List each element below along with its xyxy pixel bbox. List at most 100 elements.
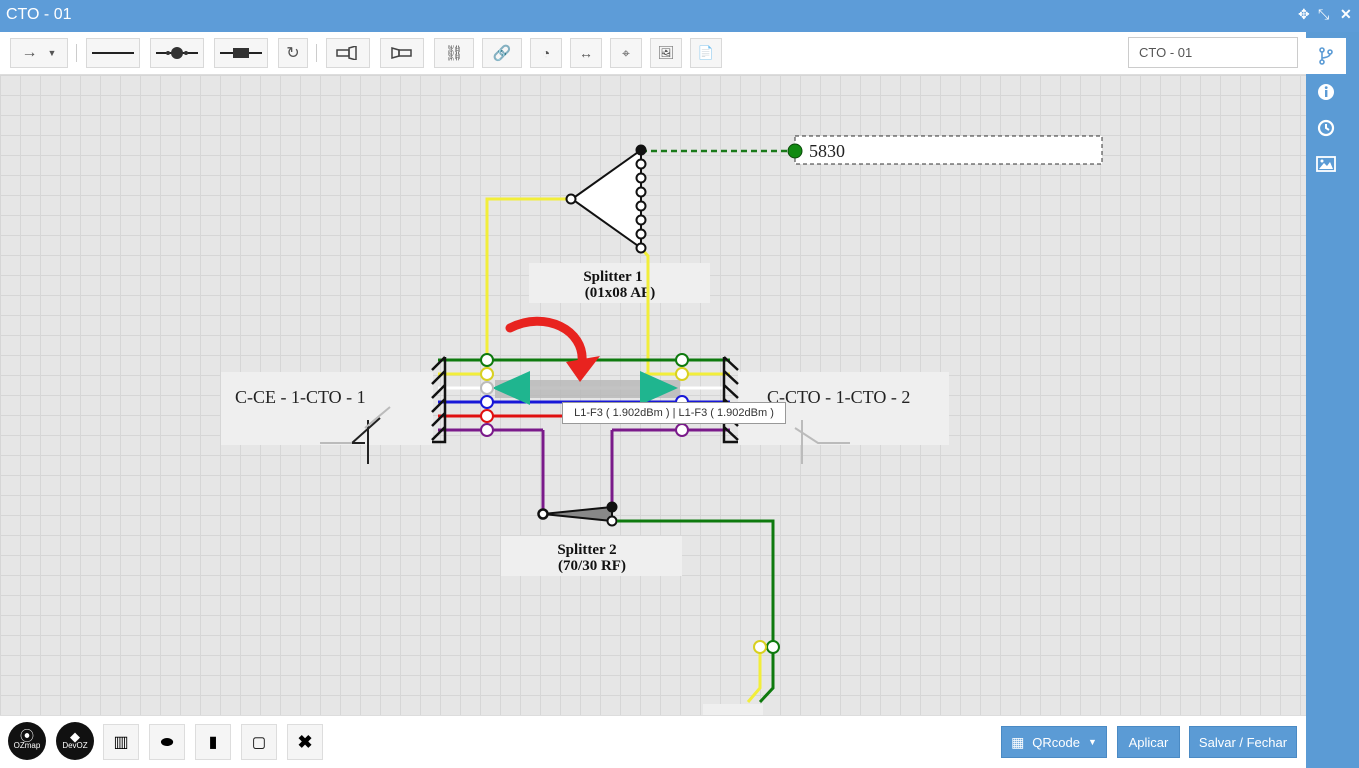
splitter2-output-2[interactable] (606, 515, 618, 527)
connector-button[interactable] (214, 38, 268, 68)
drop-label-box (703, 704, 763, 715)
splitter2-input-port[interactable] (537, 508, 549, 520)
fusion-button[interactable] (150, 38, 204, 68)
splitter1-spec: (01x08 AF) (585, 285, 655, 301)
qrcode-icon: ▦ (1011, 733, 1025, 750)
splitter1-shape[interactable] (570, 148, 642, 250)
image-file-icon: 🖼 (657, 45, 675, 60)
add-tray-button[interactable]: ▥ (103, 724, 139, 760)
cable-left-label: C-CE - 1-CTO - 1 (235, 387, 366, 407)
tray-icon: ▥ (113, 734, 129, 751)
unlink-icon: ⛓ (444, 45, 464, 62)
splitter1-output-port[interactable] (635, 228, 647, 240)
fiber-yellow-drop[interactable] (746, 648, 762, 703)
apply-button[interactable]: Aplicar (1117, 726, 1180, 758)
divider (76, 44, 77, 62)
info-icon (1318, 84, 1334, 100)
output-node[interactable] (787, 143, 803, 159)
chevron-down-icon: ▼ (47, 48, 57, 58)
restore-icon[interactable]: ⤡ (1318, 6, 1329, 23)
dashboard-button[interactable]: ◔ (530, 38, 562, 68)
splitter1-output-port[interactable] (635, 172, 647, 184)
connector-dropdown-button[interactable]: → ▼ (10, 38, 68, 68)
center-button[interactable]: ⌖ (610, 38, 642, 68)
history-icon (1317, 119, 1335, 137)
unlink-button[interactable]: ⛓ (434, 38, 474, 68)
splitter1-name: Splitter 1 (583, 269, 642, 285)
ozmap-logo[interactable]: ⦿ OZmap (8, 722, 46, 760)
divider (316, 44, 317, 62)
pdf-file-icon: 📄 (697, 45, 715, 60)
devoz-logo[interactable]: ◆ DevOZ (56, 722, 94, 760)
splitter1-output-port[interactable] (635, 214, 647, 226)
cube-icon: ◆ (70, 729, 80, 744)
light-source-button[interactable] (326, 38, 370, 68)
export-image-button[interactable]: 🖼 (650, 38, 682, 68)
location-pin-icon: ⦿ (20, 728, 34, 744)
splitter-box-icon: ▮ (208, 734, 218, 751)
flashlight-icon (336, 46, 357, 60)
splitter1-output-port[interactable] (635, 158, 647, 170)
red-annotation-curve (505, 316, 587, 367)
teal-arrow-right (640, 371, 678, 405)
arrows-horizontal-icon: ↔ (579, 45, 593, 61)
splitter1-output-port[interactable] (635, 186, 647, 198)
move-icon[interactable]: ✥ (1298, 6, 1310, 23)
add-note-button[interactable]: ▢ (241, 724, 277, 760)
close-icon[interactable]: ✕ (1340, 6, 1352, 23)
diagram-tab-button[interactable] (1306, 38, 1346, 74)
gauge-icon: ◔ (541, 45, 551, 61)
ozmap-logo-text: OZmap (13, 741, 41, 750)
link-button[interactable]: 🔗 (482, 38, 522, 68)
arrow-right-icon: → (21, 44, 38, 61)
drop-port-yellow[interactable] (753, 640, 767, 654)
branch-icon (1319, 47, 1333, 65)
image-icon (1316, 156, 1336, 172)
refresh-button[interactable]: ↻ (278, 38, 308, 68)
splitter2-spec: (70/30 RF) (558, 558, 626, 574)
right-sidebar (1306, 32, 1359, 767)
power-meter-button[interactable] (380, 38, 424, 68)
qrcode-button[interactable]: ▦ QRcode ▼ (1001, 726, 1107, 758)
window-title: CTO - 01 (6, 6, 72, 23)
cable-left-box (221, 372, 433, 445)
line-icon (92, 52, 134, 54)
splitter1-output-port[interactable] (635, 144, 647, 156)
diagram-canvas[interactable]: C-CE - 1-CTO - 1 C-CTO - 1-CTO - 2 Split… (0, 75, 1306, 715)
devoz-logo-text: DevOZ (62, 741, 88, 750)
crosshair-icon: ⌖ (622, 44, 630, 61)
splitter1-input-port[interactable] (565, 193, 577, 205)
cable-right-label: C-CTO - 1-CTO - 2 (767, 387, 910, 407)
delete-button[interactable]: ✖ (287, 724, 323, 760)
window-titlebar: CTO - 01 ✥ ⤡ ✕ (0, 0, 1359, 32)
bottom-bar: ⦿ OZmap ◆ DevOZ ▥ ⬬ ▮ ▢ ✖ ▦ QRcode ▼ Apl… (0, 715, 1306, 768)
link-icon: 🔗 (492, 45, 512, 62)
info-tab-button[interactable] (1306, 74, 1346, 110)
cto-name-input[interactable] (1128, 37, 1298, 68)
splitter1-output-port[interactable] (635, 200, 647, 212)
note-icon: ▢ (251, 734, 267, 751)
refresh-icon: ↻ (286, 45, 300, 62)
power-meter-icon (391, 47, 412, 59)
chevron-down-icon: ▼ (1088, 737, 1097, 747)
splitter2-output-1[interactable] (606, 501, 618, 513)
diagram-svg: C-CE - 1-CTO - 1 C-CTO - 1-CTO - 2 Split… (221, 135, 1103, 715)
save-close-button[interactable]: Salvar / Fechar (1189, 726, 1297, 758)
cable-right-end (722, 356, 739, 444)
fusion-icon (156, 47, 198, 59)
history-tab-button[interactable] (1306, 110, 1346, 146)
output-label: 5830 (809, 141, 845, 161)
connector-panel-icon: ⬬ (160, 733, 174, 751)
export-pdf-button[interactable]: 📄 (690, 38, 722, 68)
drop-port-green[interactable] (766, 640, 780, 654)
toolbar: → ▼ ↻ ⛓ 🔗 ◔ ↔ ⌖ 🖼 📄 (0, 32, 1306, 75)
fiber-line-button[interactable] (86, 38, 140, 68)
add-connector-panel-button[interactable]: ⬬ (149, 724, 185, 760)
splitter2-shape[interactable] (542, 505, 613, 523)
left-ports (480, 353, 494, 437)
expand-horizontal-button[interactable]: ↔ (570, 38, 602, 68)
splitter1-output-port[interactable] (635, 242, 647, 254)
qrcode-label: QRcode (1032, 734, 1080, 750)
images-tab-button[interactable] (1306, 146, 1346, 182)
add-splitter-box-button[interactable]: ▮ (195, 724, 231, 760)
